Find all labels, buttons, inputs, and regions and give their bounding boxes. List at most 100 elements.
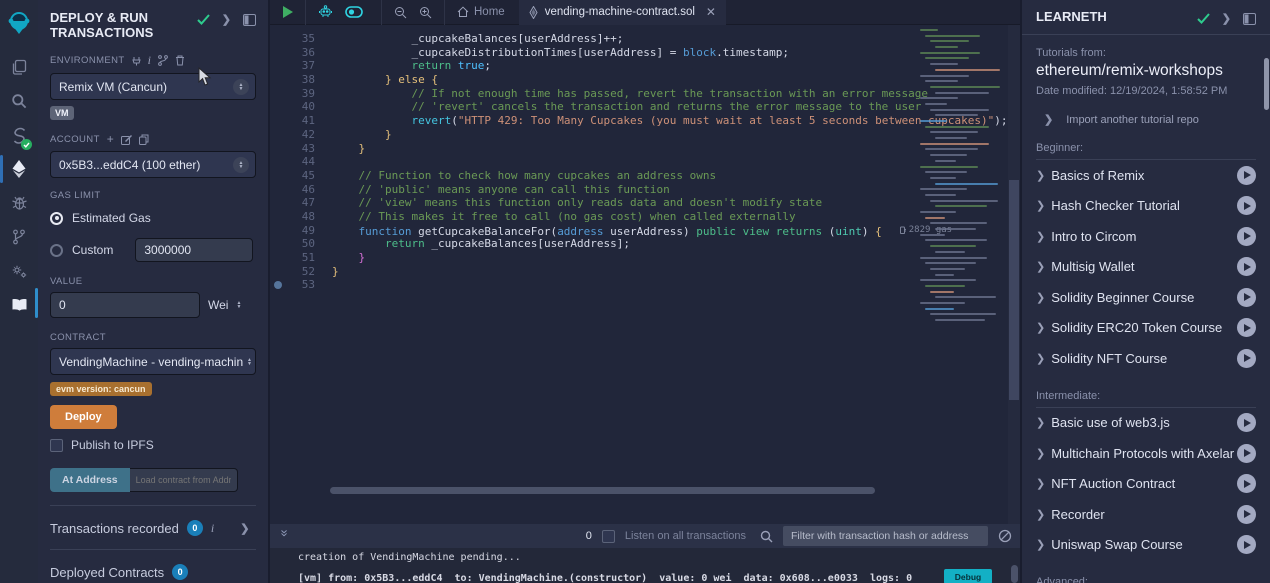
code-text[interactable]: // 'public' means anyone can call this f… [315,183,670,197]
deployed-contracts-row[interactable]: Deployed Contracts 0 [50,550,256,580]
collapse-panel-icon[interactable]: ❯ [1222,12,1231,25]
code-text[interactable]: // 'revert' cancels the transaction and … [315,100,921,114]
code-line-37[interactable]: 37 return true; [270,59,1020,73]
file-tab[interactable]: vending-machine-contract.sol ✕ [519,0,726,25]
code-text[interactable]: // 'view' means this function only reads… [315,196,822,210]
code-line-53[interactable]: 53 [270,278,1020,292]
gutter-margin[interactable] [270,87,286,101]
code-line-39[interactable]: 39 // If not enough time has passed, rev… [270,87,1020,101]
tutorial-play-button[interactable] [1237,505,1256,524]
code-text[interactable]: } [315,142,365,156]
git-branch-icon[interactable] [0,220,38,254]
close-tab-icon[interactable]: ✕ [706,5,716,19]
code-line-43[interactable]: 43 } [270,142,1020,156]
tutorial-item[interactable]: ❯Hash Checker Tutorial [1036,191,1256,222]
gutter-margin[interactable] [270,59,286,73]
code-line-36[interactable]: 36 _cupcakeDistributionTimes[userAddress… [270,46,1020,60]
tutorial-item[interactable]: ❯Solidity Beginner Course [1036,282,1256,313]
tutorial-item[interactable]: ❯Recorder [1036,499,1256,530]
code-line-41[interactable]: 41 revert("HTTP 429: Too Many Cupcakes (… [270,114,1020,128]
value-unit-select[interactable]: Wei ▲▼ [200,292,249,318]
custom-gas-input[interactable] [135,238,253,262]
remix-logo-icon[interactable] [0,6,38,40]
code-text[interactable]: } [315,265,339,279]
tutorial-play-button[interactable] [1237,166,1256,185]
code-line-35[interactable]: 35 _cupcakeBalances[userAddress]++; [270,32,1020,46]
settings-icon[interactable] [0,254,38,288]
code-text[interactable]: // Function to check how many cupcakes a… [315,169,716,183]
copy-account-icon[interactable] [139,134,149,145]
tutorial-item[interactable]: ❯Solidity ERC20 Token Course [1036,313,1256,344]
debugger-icon[interactable] [0,186,38,220]
terminal-search-icon[interactable] [760,530,773,543]
tutorial-play-button[interactable] [1237,535,1256,554]
learneth-book-icon[interactable] [0,288,38,322]
editor-minimap[interactable] [920,29,1006,349]
zoom-in-icon[interactable] [413,0,438,25]
tutorial-play-button[interactable] [1237,257,1256,276]
listen-transactions-checkbox[interactable] [602,530,615,543]
gutter-margin[interactable] [270,237,286,251]
clear-console-icon[interactable] [998,529,1012,543]
deploy-button[interactable]: Deploy [50,405,117,429]
gutter-margin[interactable] [270,142,286,156]
pin-panel-icon[interactable] [243,14,256,26]
publish-ipfs-checkbox[interactable] [50,439,63,452]
code-text[interactable]: revert("HTTP 429: Too Many Cupcakes (you… [315,114,1008,128]
gutter-margin[interactable] [270,265,286,279]
gutter-margin[interactable] [270,73,286,87]
code-line-49[interactable]: 49 function getCupcakeBalanceFor(address… [270,224,1020,238]
code-line-51[interactable]: 51 } [270,251,1020,265]
code-text[interactable]: } else { [315,73,438,87]
transactions-info-icon[interactable]: i [211,521,214,536]
code-line-52[interactable]: 52} [270,265,1020,279]
gutter-margin[interactable] [270,32,286,46]
tutorial-play-button[interactable] [1237,444,1256,463]
tutorial-item[interactable]: ❯NFT Auction Contract [1036,469,1256,500]
terminal-scrollbar[interactable] [1011,565,1018,583]
search-icon[interactable] [0,84,38,118]
zoom-out-icon[interactable] [388,0,413,25]
tutorial-item[interactable]: ❯Basics of Remix [1036,160,1256,191]
code-text[interactable]: _cupcakeDistributionTimes[userAddress] =… [315,46,789,60]
code-line-38[interactable]: 38 } else { [270,73,1020,87]
custom-gas-radio[interactable] [50,244,63,257]
code-text[interactable]: function getCupcakeBalanceFor(address us… [315,224,952,238]
tutorial-item[interactable]: ❯Uniswap Swap Course [1036,530,1256,561]
tutorial-play-button[interactable] [1237,288,1256,307]
terminal-output[interactable]: creation of VendingMachine pending... [v… [270,548,1020,583]
tutorial-play-button[interactable] [1237,349,1256,368]
tutorial-item[interactable]: ❯Solidity NFT Course [1036,343,1256,374]
ai-assistant-robot-icon[interactable] [312,0,339,25]
collapse-panel-icon[interactable]: ❯ [222,13,231,26]
trash-icon[interactable] [175,55,185,66]
code-text[interactable]: // If not enough time has passed, revert… [315,87,928,101]
transaction-filter-input[interactable] [783,526,988,546]
transactions-recorded-row[interactable]: Transactions recorded 0 i ❯ [50,506,256,536]
value-input[interactable] [50,292,200,318]
gutter-margin[interactable] [270,210,286,224]
home-tab[interactable]: Home [451,0,511,25]
code-line-50[interactable]: 50 return _cupcakeBalances[userAddress]; [270,237,1020,251]
estimated-gas-radio[interactable] [50,212,63,225]
code-line-47[interactable]: 47 // 'view' means this function only re… [270,196,1020,210]
account-select[interactable]: 0x5B3...eddC4 (100 ether) ▲▼ [50,151,256,178]
code-line-48[interactable]: 48 // This makes it free to call (no gas… [270,210,1020,224]
contract-select[interactable]: VendingMachine - vending-machin ▲▼ [50,348,256,375]
edit-account-icon[interactable] [121,134,132,145]
gutter-margin[interactable] [270,155,286,169]
solidity-compiler-icon[interactable] [0,118,38,152]
tutorial-play-button[interactable] [1237,474,1256,493]
code-editor[interactable]: Home vending-machine-contract.sol ✕ 35 _… [270,0,1020,524]
file-explorer-icon[interactable] [0,50,38,84]
gutter-margin[interactable] [270,183,286,197]
tutorial-play-button[interactable] [1237,196,1256,215]
tutorial-play-button[interactable] [1237,318,1256,337]
code-line-46[interactable]: 46 // 'public' means anyone can call thi… [270,183,1020,197]
learneth-scrollbar[interactable] [1264,58,1269,110]
gutter-margin[interactable] [270,196,286,210]
breakpoint-dot[interactable] [270,278,286,292]
code-area[interactable]: 35 _cupcakeBalances[userAddress]++;36 _c… [270,25,1020,524]
code-text[interactable] [315,155,332,169]
tutorial-play-button[interactable] [1237,227,1256,246]
